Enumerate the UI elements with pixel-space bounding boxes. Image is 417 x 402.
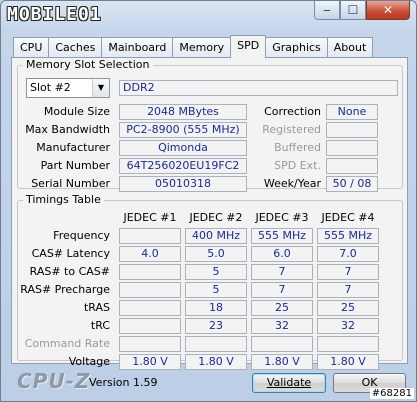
slot-attr-label: Buffered — [274, 141, 321, 154]
timings-cell: 1.80 V — [119, 354, 181, 370]
slot-attr-value — [326, 158, 378, 174]
timings-row-label: RAS# to CAS# — [29, 265, 110, 278]
slot-attr-label: Registered — [262, 123, 321, 136]
maximize-icon: ☐ — [347, 3, 359, 17]
timings-cell: 25 — [317, 300, 379, 316]
timings-cell — [119, 282, 181, 298]
timings-cell: 25 — [251, 300, 313, 316]
timings-cell — [119, 264, 181, 280]
timings-row-label: Voltage — [68, 355, 110, 368]
timings-cell: 32 — [317, 318, 379, 334]
slot-attr-value: None — [326, 104, 378, 120]
slot-field-label: Serial Number — [31, 177, 110, 190]
slot-field-label: Module Size — [43, 105, 110, 118]
minimize-icon: ‒ — [323, 3, 331, 17]
spd-panel: Memory Slot Selection Slot #2 ▼ DDR2 Mod… — [11, 57, 408, 370]
timings-cell: 5 — [185, 282, 247, 298]
timings-cell: 1.80 V — [317, 354, 379, 370]
slot-field-value: 05010318 — [119, 176, 247, 192]
timings-cell: 7 — [251, 282, 313, 298]
timings-cell — [119, 336, 181, 352]
timings-row-label: Frequency — [53, 229, 110, 242]
timings-column-header: JEDEC #1 — [123, 211, 177, 224]
memory-slot-group: Memory Slot Selection Slot #2 ▼ DDR2 Mod… — [17, 58, 403, 192]
timings-cell: 6.0 — [251, 246, 313, 262]
maximize-button[interactable]: ☐ — [340, 1, 366, 20]
timings-cell: 7 — [317, 264, 379, 280]
slot-attr-label: SPD Ext. — [274, 159, 321, 172]
timings-cell: 32 — [251, 318, 313, 334]
version-label: Version 1.59 — [89, 376, 158, 389]
tab-spd[interactable]: SPD — [230, 35, 267, 58]
slot-field-value: 2048 MBytes — [119, 104, 247, 120]
timings-column-header: JEDEC #3 — [255, 211, 309, 224]
cpuz-window: MOBILE01 ‒ ☐ ✕ CPU Caches Mainboard Memo… — [0, 0, 417, 402]
timings-cell: 5 — [185, 264, 247, 280]
tab-about[interactable]: About — [326, 37, 374, 58]
timings-row-label: Command Rate — [24, 337, 110, 350]
timings-cell: 555 MHz — [317, 228, 379, 244]
timings-row-label: RAS# Precharge — [20, 283, 110, 296]
timings-row-label: tRAS — [83, 301, 110, 314]
tab-memory[interactable]: Memory — [172, 37, 232, 58]
timings-cell: 1.80 V — [185, 354, 247, 370]
timings-row-label: tRC — [90, 319, 110, 332]
validate-button[interactable]: Validate — [252, 373, 326, 393]
timings-cell — [119, 318, 181, 334]
slot-field-label: Max Bandwidth — [25, 123, 110, 136]
timings-column-header: JEDEC #4 — [321, 211, 375, 224]
timings-cell — [251, 336, 313, 352]
chevron-down-icon: ▼ — [92, 79, 109, 97]
slot-attr-value — [326, 122, 378, 138]
tab-graphics[interactable]: Graphics — [265, 37, 328, 58]
slot-field-label: Manufacturer — [36, 141, 110, 154]
title-bar[interactable]: MOBILE01 ‒ ☐ ✕ — [1, 1, 416, 29]
slot-field-value: 64T256020EU19FC2 — [119, 158, 247, 174]
window-controls: ‒ ☐ ✕ — [314, 1, 410, 21]
timings-row-label: CAS# Latency — [31, 247, 110, 260]
timings-cell — [185, 336, 247, 352]
cpuz-brand: CPU-Z — [17, 369, 91, 393]
close-icon: ✕ — [382, 3, 394, 17]
timings-cell: 400 MHz — [185, 228, 247, 244]
timings-cell: 7 — [317, 282, 379, 298]
timings-group: Timings Table JEDEC #1 JEDEC #2 JEDEC #3 JE… — [17, 193, 403, 370]
slot-field-value: PC2-8900 (555 MHz) — [119, 122, 247, 138]
slot-attr-value: 50 / 08 — [326, 176, 378, 192]
timings-cell: 18 — [185, 300, 247, 316]
memory-slot-group-title: Memory Slot Selection — [23, 58, 153, 72]
memory-type-value: DDR2 — [119, 80, 398, 96]
timings-column-header: JEDEC #2 — [189, 211, 243, 224]
slot-field-value: Qimonda — [119, 140, 247, 156]
tab-caches[interactable]: Caches — [48, 37, 103, 58]
footer: CPU-Z Version 1.59 Validate OK — [1, 367, 416, 401]
timings-cell — [119, 228, 181, 244]
timings-cell: 1.80 V — [251, 354, 313, 370]
mobile01-logo: MOBILE01 — [7, 4, 102, 25]
tab-cpu[interactable]: CPU — [13, 37, 50, 58]
watermark-label: #68281 — [369, 388, 414, 399]
close-button[interactable]: ✕ — [366, 1, 410, 20]
timings-cell — [119, 300, 181, 316]
timings-cell: 5.0 — [185, 246, 247, 262]
timings-cell: 555 MHz — [251, 228, 313, 244]
timings-cell: 4.0 — [119, 246, 181, 262]
slot-select[interactable]: Slot #2 ▼ — [26, 78, 110, 98]
timings-group-title: Timings Table — [23, 193, 104, 207]
slot-select-value: Slot #2 — [30, 81, 71, 94]
slot-attr-label: Correction — [264, 105, 321, 118]
tab-mainboard[interactable]: Mainboard — [101, 37, 174, 58]
slot-attr-label: Week/Year — [263, 177, 321, 190]
timings-cell: 7 — [251, 264, 313, 280]
tab-bar: CPU Caches Mainboard Memory SPD Graphics… — [13, 35, 374, 58]
slot-attr-value — [326, 140, 378, 156]
timings-cell: 23 — [185, 318, 247, 334]
minimize-button[interactable]: ‒ — [314, 1, 340, 20]
timings-cell — [317, 336, 379, 352]
timings-cell: 7.0 — [317, 246, 379, 262]
validate-button-label: Validate — [266, 376, 312, 389]
slot-field-label: Part Number — [40, 159, 110, 172]
